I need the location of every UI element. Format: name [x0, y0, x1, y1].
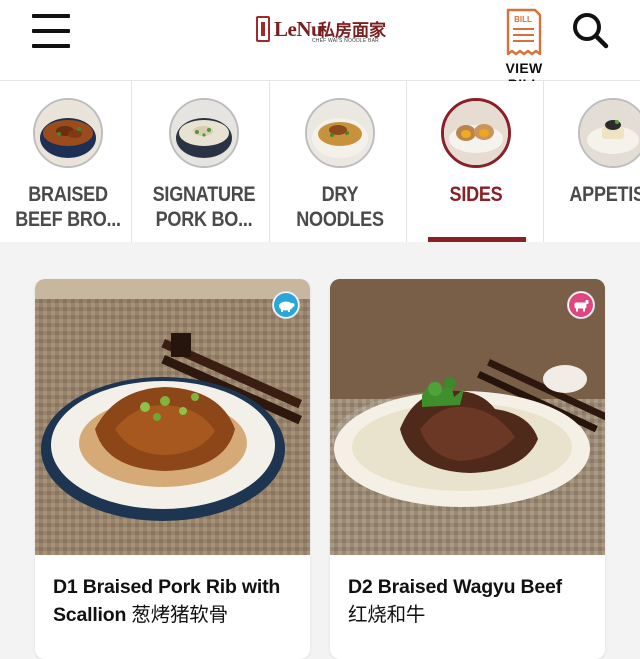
- category-label: APPETISE: [569, 183, 640, 206]
- category-label: BRAISED BEEF BRO...: [15, 183, 121, 231]
- tab-braised-beef-broth[interactable]: BRAISED BEEF BRO...: [0, 81, 136, 242]
- app-header: LeNu 私房面家 CHEF WAI'S NOODLE BAR BILL VIE…: [0, 0, 640, 92]
- product-name-chinese: 葱烤猪软骨: [131, 603, 228, 626]
- svg-text:BILL: BILL: [514, 15, 532, 24]
- product-card-d1[interactable]: D1 Braised Pork Rib with Scallion 葱烤猪软骨: [35, 279, 310, 659]
- category-tabs: BRAISED BEEF BRO... SIGNATURE PORK BO...: [0, 81, 640, 242]
- category-thumbnail: [305, 98, 375, 168]
- category-thumbnail: [441, 98, 511, 168]
- category-thumbnail: [578, 98, 640, 168]
- tab-appetisers[interactable]: APPETISE: [545, 81, 640, 242]
- product-name-chinese: 红烧和牛: [348, 603, 426, 626]
- category-thumbnail: [33, 98, 103, 168]
- product-title: D1 Braised Pork Rib with Scallion 葱烤猪软骨: [53, 573, 303, 629]
- view-bill-button[interactable]: BILL VIEW BILL: [488, 8, 560, 92]
- bill-receipt-icon: BILL: [506, 8, 542, 56]
- brand-logo[interactable]: LeNu 私房面家 CHEF WAI'S NOODLE BAR: [256, 14, 388, 46]
- logo-subtitle: CHEF WAI'S NOODLE BAR: [312, 38, 379, 44]
- tab-sides[interactable]: SIDES: [408, 81, 544, 242]
- logo-mark: [256, 16, 270, 42]
- active-tab-indicator: [428, 237, 526, 242]
- hamburger-menu-icon[interactable]: [32, 14, 70, 50]
- tab-dry-noodles[interactable]: DRY NOODLES: [272, 81, 408, 242]
- category-thumbnail: [169, 98, 239, 168]
- category-label: SIDES: [449, 183, 503, 206]
- product-card-d2[interactable]: D2 Braised Wagyu Beef 红烧和牛: [330, 279, 605, 659]
- product-name: D2 Braised Wagyu Beef: [348, 576, 562, 598]
- category-label: SIGNATURE PORK BO...: [152, 183, 256, 231]
- product-title: D2 Braised Wagyu Beef 红烧和牛: [348, 573, 598, 629]
- cow-icon: [567, 291, 595, 319]
- product-photo: [330, 279, 605, 555]
- tab-signature-pork-bone[interactable]: SIGNATURE PORK BO...: [136, 81, 272, 242]
- category-label: DRY NOODLES: [296, 183, 384, 231]
- search-icon[interactable]: [570, 10, 610, 50]
- product-photo: [35, 279, 310, 555]
- pig-icon: [272, 291, 300, 319]
